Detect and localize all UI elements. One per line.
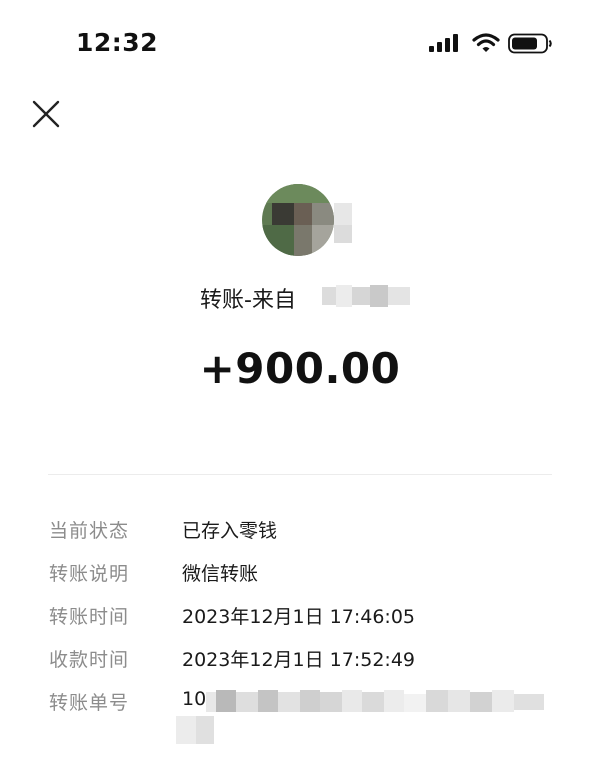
detail-row-status: 当前状态 已存入零钱 xyxy=(0,516,600,546)
detail-label: 收款时间 xyxy=(49,649,130,671)
detail-value: 10 xyxy=(182,688,207,710)
detail-value: 微信转账 xyxy=(182,563,259,585)
detail-value: 2023年12月1日 17:46:05 xyxy=(182,606,415,628)
detail-row-note: 转账说明 微信转账 xyxy=(0,559,600,589)
close-button[interactable] xyxy=(28,96,64,132)
detail-value: 已存入零钱 xyxy=(182,520,278,542)
status-time: 12:32 xyxy=(76,28,159,57)
sender-line: 转账-来自 xyxy=(0,282,600,313)
wifi-icon xyxy=(472,33,500,52)
divider xyxy=(48,474,552,475)
signal-icon xyxy=(429,34,458,52)
detail-row-receive-time: 收款时间 2023年12月1日 17:52:49 xyxy=(0,645,600,675)
avatar xyxy=(262,184,352,256)
transfer-amount: +900.00 xyxy=(199,344,401,393)
close-icon xyxy=(32,100,60,128)
sender-name-mosaic xyxy=(322,285,410,307)
detail-label: 转账说明 xyxy=(49,563,130,585)
detail-label: 转账单号 xyxy=(49,692,130,714)
battery-icon xyxy=(508,33,552,54)
transfer-detail-screen: 12:32 转账-来自 +900.00 当前状态 已存入零钱 转账说明 微信转账… xyxy=(0,0,600,766)
sender-label: 转账-来自 xyxy=(200,288,296,313)
transfer-id-mosaic xyxy=(206,690,544,712)
detail-row-transfer-time: 转账时间 2023年12月1日 17:46:05 xyxy=(0,602,600,632)
detail-value: 2023年12月1日 17:52:49 xyxy=(182,649,415,671)
transfer-id-mosaic-2 xyxy=(176,716,214,744)
detail-label: 转账时间 xyxy=(49,606,130,628)
detail-label: 当前状态 xyxy=(49,520,130,542)
